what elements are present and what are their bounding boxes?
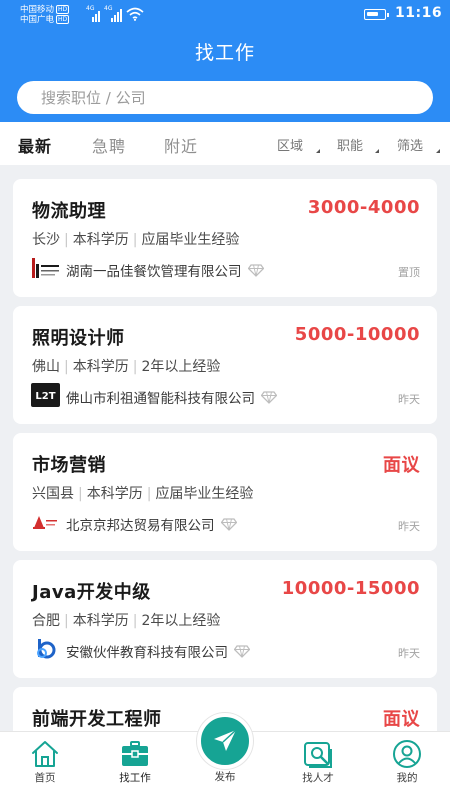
filter-dropdown[interactable]: 筛选 <box>397 135 423 154</box>
function-dropdown[interactable]: 职能 <box>337 135 363 154</box>
nav-home[interactable]: 首页 <box>5 732 85 800</box>
briefcase-icon <box>122 741 148 766</box>
company-logo: L2T <box>31 383 60 407</box>
job-posted-time: 昨天 <box>398 393 420 406</box>
nav-label: 找工作 <box>119 772 151 784</box>
home-icon <box>32 741 58 767</box>
nav-label: 找人才 <box>302 772 334 784</box>
company-name[interactable]: 佛山市利祖通智能科技有限公司 <box>66 387 277 407</box>
diamond-icon <box>234 645 250 658</box>
job-requirements: 佛山 | 本科学历 | 2年以上经验 <box>32 359 221 375</box>
company-logo <box>32 258 59 278</box>
company-name[interactable]: 北京京邦达贸易有限公司 <box>66 514 237 534</box>
signal-icon: 4G <box>104 5 124 22</box>
tab-nearby[interactable]: 附近 <box>164 133 198 157</box>
page-title: 找工作 <box>194 42 255 64</box>
job-title: 物流助理 <box>32 201 106 222</box>
diamond-icon <box>261 391 277 404</box>
job-posted-time: 昨天 <box>398 520 420 533</box>
job-salary: 3000-4000 <box>307 197 420 218</box>
job-requirements: 合肥 | 本科学历 | 2年以上经验 <box>32 613 221 629</box>
find-talent-icon <box>304 742 332 768</box>
nav-profile[interactable]: 我的 <box>367 732 447 800</box>
job-title: 前端开发工程师 <box>32 709 162 730</box>
company-logo <box>37 639 56 659</box>
nav-find-talent[interactable]: 找人才 <box>278 732 358 800</box>
job-salary: 10000-15000 <box>281 578 420 599</box>
dropdown-arrow-icon <box>375 149 379 153</box>
nav-find-job[interactable]: 找工作 <box>95 732 175 800</box>
tab-latest[interactable]: 最新 <box>18 133 52 157</box>
job-salary: 面议 <box>383 455 420 476</box>
nav-label: 我的 <box>396 772 418 784</box>
filter-bar: 最新 急聘 附近 区域 职能 筛选 <box>0 122 450 165</box>
publish-button[interactable] <box>197 713 253 769</box>
profile-icon <box>393 740 421 768</box>
region-dropdown[interactable]: 区域 <box>277 135 303 154</box>
company-name[interactable]: 湖南一品佳餐饮管理有限公司 <box>66 260 264 280</box>
job-title: 市场营销 <box>32 455 106 476</box>
svg-text:L2T: L2T <box>35 391 55 402</box>
company-logo <box>33 516 57 529</box>
job-card[interactable]: 物流助理 3000-4000 长沙 | 本科学历 | 应届毕业生经验 湖南一品佳餐饮管理… <box>13 179 437 297</box>
diamond-icon <box>247 264 264 277</box>
status-bar: 中国移动 HD 中国广电 HD 4G 4G 11:16 <box>0 0 450 32</box>
job-posted-time: 昨天 <box>398 647 420 660</box>
battery-icon <box>364 9 389 20</box>
job-requirements: 兴国县 | 本科学历 | 应届毕业生经验 <box>32 486 254 502</box>
search-bar[interactable] <box>17 81 433 114</box>
diamond-icon <box>220 518 237 531</box>
job-card[interactable]: Java开发中级 10000-15000 合肥 | 本科学历 | 2年以上经验 安徽伙伴… <box>13 560 437 678</box>
dropdown-arrow-icon <box>436 149 440 153</box>
carrier-1: 中国移动 HD <box>20 5 70 15</box>
job-card[interactable]: 照明设计师 5000-10000 佛山 | 本科学历 | 2年以上经验 L2T 佛山市利… <box>13 306 437 424</box>
signal-icon: 4G <box>86 5 100 22</box>
tab-urgent[interactable]: 急聘 <box>92 133 126 157</box>
job-title: Java开发中级 <box>32 582 151 603</box>
nav-label-publish: 发布 <box>214 771 236 783</box>
job-tag: 置顶 <box>398 266 420 279</box>
search-input[interactable] <box>17 81 433 114</box>
job-requirements: 长沙 | 本科学历 | 应届毕业生经验 <box>32 232 240 248</box>
wifi-icon <box>126 7 144 21</box>
dropdown-arrow-icon <box>316 149 320 153</box>
nav-label: 首页 <box>34 772 56 784</box>
carrier-2: 中国广电 HD <box>20 15 70 25</box>
job-salary: 面议 <box>383 709 420 730</box>
job-card[interactable]: 市场营销 面议 兴国县 | 本科学历 | 应届毕业生经验 北京京邦达贸易有限公司 昨天 <box>13 433 437 551</box>
job-title: 照明设计师 <box>32 328 125 349</box>
job-salary: 5000-10000 <box>294 324 420 345</box>
company-name[interactable]: 安徽伙伴教育科技有限公司 <box>66 641 250 661</box>
status-time: 11:16 <box>395 5 443 21</box>
send-icon <box>214 729 237 751</box>
